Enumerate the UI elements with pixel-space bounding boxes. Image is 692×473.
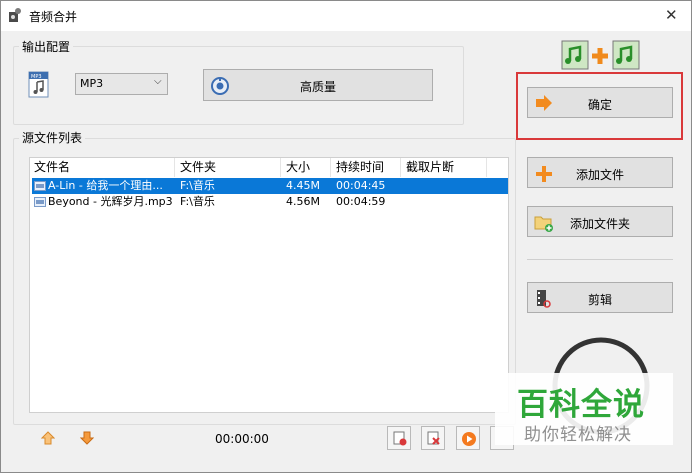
format-select[interactable]: MP3 ⌵ (75, 73, 168, 95)
divider (527, 259, 673, 260)
app-icon (9, 8, 21, 22)
add-file-button[interactable]: 添加文件 (527, 157, 673, 188)
column-header-name[interactable]: 文件名 (34, 158, 174, 177)
audio-file-icon (34, 181, 46, 191)
close-icon[interactable]: ✕ (665, 6, 678, 24)
file-remove-icon (393, 431, 407, 446)
column-divider (400, 158, 401, 177)
folder-cell: F:\音乐 (180, 195, 215, 208)
chevron-down-icon: ⌵ (154, 76, 162, 87)
file-name-cell: Beyond - 光辉岁月.mp3 (48, 195, 173, 208)
file-name-cell: A-Lin - 给我一个理由... (48, 179, 163, 192)
add-folder-label: 添加文件夹 (569, 217, 630, 231)
svg-text:MP3: MP3 (31, 74, 42, 80)
format-value: MP3 (80, 77, 104, 90)
column-header-duration[interactable]: 持续时间 (336, 158, 400, 177)
column-header-size[interactable]: 大小 (286, 158, 330, 177)
folder-cell: F:\音乐 (180, 179, 215, 192)
play-button[interactable] (456, 426, 480, 450)
column-divider (280, 158, 281, 177)
watermark-brand: 百科全说 (517, 387, 645, 423)
time-display: 00:00:00 (215, 432, 269, 446)
watermark-slogan: 助你轻松解决 (524, 425, 632, 445)
add-folder-button[interactable]: 添加文件夹 (527, 206, 673, 237)
file-clear-icon (427, 431, 440, 445)
source-list-label: 源文件列表 (19, 129, 86, 146)
file-list[interactable]: 文件名 文件夹 大小 持续时间 截取片断 A-Lin - 给我一个理由... F… (29, 157, 509, 413)
clip-label: 剪辑 (587, 293, 612, 307)
confirm-button[interactable]: 确定 (527, 87, 673, 118)
table-row[interactable]: A-Lin - 给我一个理由... F:\音乐 4.45M 00:04:45 (32, 178, 508, 194)
column-divider (174, 158, 175, 177)
music-merge-icon (561, 40, 640, 70)
clear-list-button[interactable] (421, 426, 445, 450)
audio-file-icon (34, 197, 46, 207)
output-config-label: 输出配置 (19, 38, 74, 55)
column-header-clip[interactable]: 截取片断 (406, 158, 486, 177)
title-bar: 音频合并 ✕ (1, 1, 691, 31)
table-row[interactable]: Beyond - 光辉岁月.mp3 F:\音乐 4.56M 00:04:59 (32, 194, 508, 210)
duration-cell: 00:04:45 (336, 179, 386, 192)
add-file-label: 添加文件 (575, 168, 624, 182)
move-up-icon[interactable] (41, 431, 55, 445)
window-title: 音频合并 (29, 10, 78, 24)
column-divider (330, 158, 331, 177)
remove-file-button[interactable] (387, 426, 411, 450)
column-header-folder[interactable]: 文件夹 (180, 158, 280, 177)
duration-cell: 00:04:59 (336, 195, 386, 208)
quality-button[interactable]: 高质量 (203, 69, 433, 101)
size-cell: 4.45M (286, 179, 320, 192)
play-icon (462, 432, 476, 446)
quality-label: 高质量 (299, 80, 336, 94)
clip-button[interactable]: 剪辑 (527, 282, 673, 313)
audio-file-icon: MP3 (28, 71, 49, 98)
column-divider (486, 158, 487, 177)
audio-merge-window: 音频合并 ✕ 输出配置 MP3 MP3 ⌵ 高质量 确定 源文件列表 文件名 文… (0, 0, 692, 473)
confirm-label: 确定 (587, 98, 612, 112)
move-down-icon[interactable] (80, 431, 94, 445)
size-cell: 4.56M (286, 195, 320, 208)
